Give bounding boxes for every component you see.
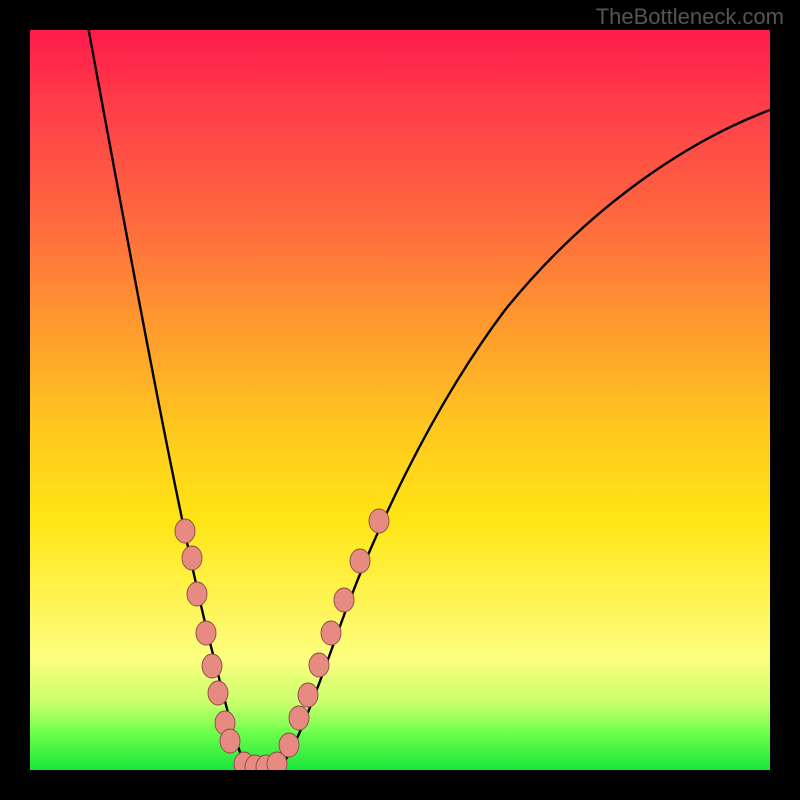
- watermark-text: TheBottleneck.com: [596, 4, 784, 30]
- data-marker: [187, 582, 207, 606]
- data-marker: [321, 621, 341, 645]
- data-marker: [202, 654, 222, 678]
- data-marker: [350, 549, 370, 573]
- data-marker: [175, 519, 195, 543]
- outer-frame: TheBottleneck.com: [0, 0, 800, 800]
- data-marker: [220, 729, 240, 753]
- data-marker: [298, 683, 318, 707]
- data-marker: [208, 681, 228, 705]
- data-marker: [196, 621, 216, 645]
- chart-overlay: [30, 30, 770, 770]
- data-marker: [334, 588, 354, 612]
- plot-area: [30, 30, 770, 770]
- data-marker: [289, 706, 309, 730]
- data-marker: [369, 509, 389, 533]
- markers-bottom: [234, 752, 287, 770]
- bottleneck-curve: [85, 30, 770, 768]
- markers-left: [175, 519, 240, 753]
- data-marker: [309, 653, 329, 677]
- data-marker: [279, 733, 299, 757]
- data-marker: [182, 546, 202, 570]
